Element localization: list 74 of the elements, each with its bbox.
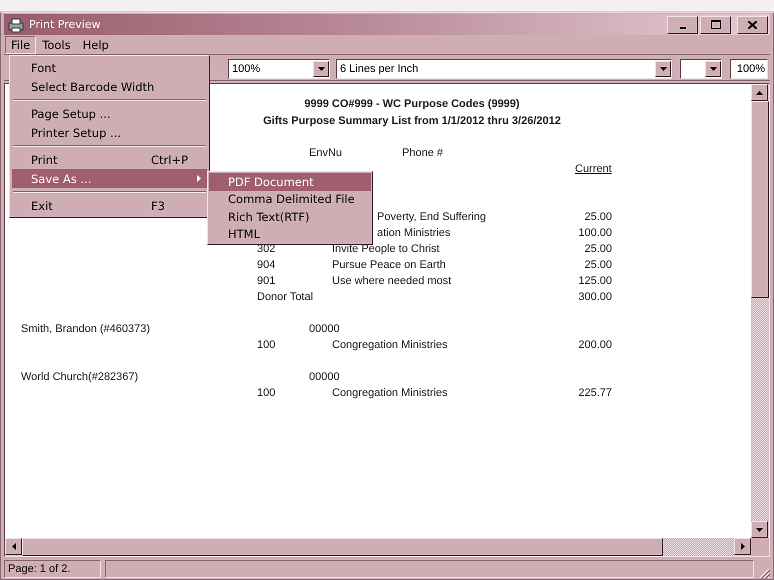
dropdown-arrow-icon [318, 66, 324, 70]
amount: 25.00 [583, 211, 612, 223]
purpose-code: 901 [257, 275, 276, 287]
vertical-scrollbar[interactable] [751, 84, 769, 538]
maximize-icon [710, 20, 720, 29]
amount: 225.77 [577, 387, 612, 399]
submenu-arrow-icon [197, 175, 201, 182]
scroll-up-button[interactable] [751, 84, 768, 101]
maximize-button[interactable] [700, 16, 731, 34]
scroll-right-button[interactable] [734, 538, 751, 555]
menu-item[interactable]: PDF Document [209, 173, 371, 190]
menu-item[interactable]: Rich Text(RTF) [209, 208, 371, 226]
amount: 25.00 [583, 243, 612, 255]
minimize-button[interactable] [667, 16, 698, 34]
menu-item[interactable]: Exit F3 [12, 196, 207, 215]
menu-item[interactable]: Print Ctrl+P [12, 150, 207, 169]
amount: 125.00 [577, 275, 612, 287]
dropdown-arrow-icon [660, 66, 666, 70]
amount: 300.00 [577, 291, 612, 303]
menu-item[interactable]: Select Barcode Width [12, 77, 207, 96]
printer-icon [7, 16, 25, 32]
scroll-thumb[interactable] [751, 101, 769, 298]
purpose-code: 100 [257, 339, 276, 351]
close-icon [748, 20, 757, 28]
donor-name: World Church(#282367) [20, 371, 140, 383]
menu-item[interactable]: Printer Setup ... [12, 123, 207, 142]
purpose-name: Poverty, End Suffering [376, 211, 488, 223]
menu-item[interactable]: File [5, 36, 36, 54]
purpose-name: ation Ministries [376, 227, 452, 239]
menu-item[interactable]: Comma Delimited File [209, 190, 371, 208]
amount: 200.00 [577, 339, 612, 351]
envelope-number: 00000 [309, 323, 340, 335]
purpose-name: Congregation Ministries [332, 387, 449, 399]
menu-item[interactable]: Save As ... [12, 169, 207, 188]
purpose-name: Invite People to Christ [332, 243, 441, 255]
amount: 100.00 [577, 227, 612, 239]
page-status: Page: 1 of 2. [4, 560, 101, 578]
amount: 25.00 [583, 259, 612, 271]
scroll-left-button[interactable] [5, 538, 22, 555]
purpose-name: Congregation Ministries [332, 339, 449, 351]
left-arrow-icon [12, 543, 16, 550]
purpose-name: Use where needed most [332, 275, 452, 287]
menu-item[interactable]: Help [76, 36, 115, 54]
close-button[interactable] [737, 16, 768, 34]
report-subtitle: Gifts Purpose Summary List from 1/1/2012 thru 3/26/2012 [263, 115, 561, 129]
scrollbar-corner [751, 538, 769, 556]
column-header: EnvNu [309, 147, 344, 161]
minimize-icon [680, 26, 686, 28]
purpose-code: 100 [257, 387, 276, 399]
right-arrow-icon [740, 543, 744, 550]
purpose-name: Pursue Peace on Earth [332, 259, 447, 271]
scroll-thumb[interactable] [22, 538, 663, 556]
report-title: 9999 CO#999 - WC Purpose Codes (9999) [304, 98, 520, 112]
donor-name: Smith, Brandon (#460373) [20, 323, 152, 335]
resize-grip-icon[interactable] [758, 567, 770, 579]
total-label: Donor Total [257, 291, 314, 303]
dropdown[interactable] [680, 58, 722, 78]
zoom-readout: 100% [730, 58, 768, 78]
menu-item[interactable]: HTML [209, 226, 371, 243]
column-header: Current [575, 163, 612, 177]
window-title: Print Preview [29, 18, 101, 31]
menu-item[interactable]: Font [12, 58, 207, 77]
column-header: Phone # [402, 147, 443, 161]
purpose-code: 904 [257, 259, 276, 271]
dropdown-arrow-icon [710, 66, 716, 70]
horizontal-scrollbar[interactable] [5, 538, 769, 556]
menu-item[interactable]: Page Setup ... [12, 104, 207, 123]
envelope-number: 00000 [309, 371, 340, 383]
line-spacing-dropdown[interactable]: 6 Lines per Inch [336, 58, 672, 78]
menu-item[interactable]: Tools [36, 36, 77, 54]
scroll-down-button[interactable] [751, 521, 768, 538]
zoom-dropdown[interactable]: 100% [228, 58, 330, 78]
up-arrow-icon [756, 90, 763, 94]
down-arrow-icon [756, 528, 763, 532]
